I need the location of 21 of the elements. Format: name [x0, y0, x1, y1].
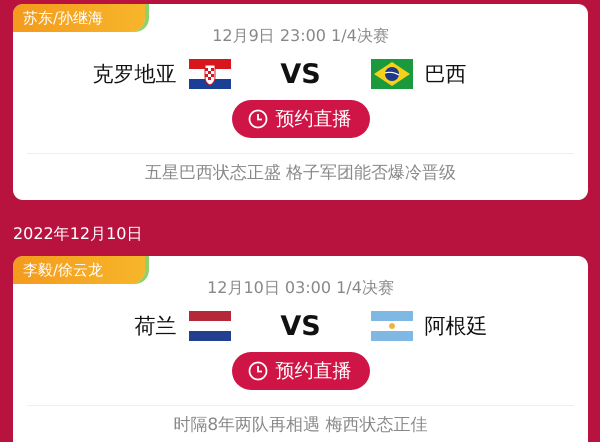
team-name: 荷兰: [134, 313, 176, 340]
vs-label: VS: [279, 310, 322, 342]
match-schedule: 12月10日 03:00 1/4决赛: [207, 278, 394, 299]
commentator-badge: 苏东/孙继海: [13, 4, 145, 32]
match-headline: 时隔8年两队再相遇 梅西状态正佳: [173, 414, 428, 436]
flag-icon: [188, 311, 230, 341]
team-name: 克罗地亚: [92, 61, 176, 88]
match-headline: 五星巴西状态正盛 格子军团能否爆冷晋级: [144, 162, 456, 184]
date-heading: 2022年12月10日: [13, 224, 142, 245]
commentator-badge: 李毅/徐云龙: [13, 256, 145, 284]
team-name: 巴西: [424, 61, 466, 88]
flag-icon: [370, 59, 412, 89]
reserve-live-button[interactable]: 预约直播: [232, 100, 370, 138]
vs-label: VS: [279, 58, 322, 90]
flag-icon: [188, 59, 230, 89]
clock-icon: [248, 109, 268, 129]
clock-icon: [248, 361, 268, 381]
flag-icon: [370, 311, 412, 341]
match-schedule: 12月9日 23:00 1/4决赛: [212, 26, 389, 47]
reserve-live-button[interactable]: 预约直播: [232, 352, 370, 390]
team-name: 阿根廷: [424, 313, 488, 340]
